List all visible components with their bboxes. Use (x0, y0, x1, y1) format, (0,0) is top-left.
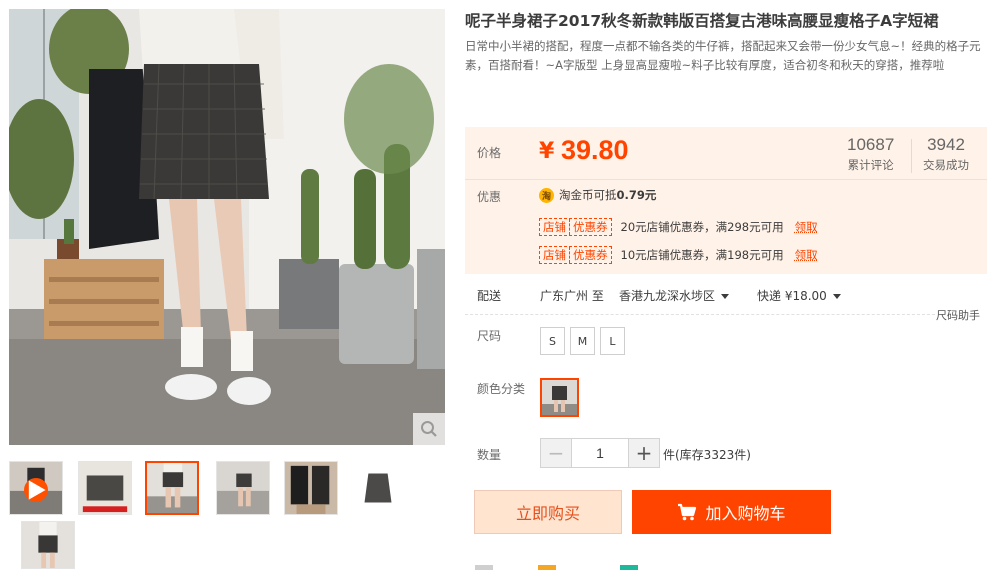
coupon-row: 店铺 优惠券 10元店铺优惠券，满198元可用 领取 (539, 246, 818, 264)
quantity-decrease-button[interactable]: − (540, 438, 572, 468)
main-photo-image (9, 9, 445, 445)
size-option-s[interactable]: S (540, 327, 565, 355)
caret-down-icon (721, 294, 730, 299)
quantity-label: 数量 (477, 448, 502, 462)
zoom-icon (421, 421, 437, 437)
taojinbi-row: 淘 淘金币可抵 0.79元 (539, 187, 656, 203)
add-to-cart-label: 加入购物车 (705, 504, 786, 523)
coupon-tag-right: 优惠券 (573, 220, 608, 234)
promo-label: 优惠 (477, 190, 502, 204)
sales-stat: 3942 交易成功 (923, 135, 969, 173)
coupon-get-link[interactable]: 领取 (795, 219, 818, 235)
stat-divider (911, 139, 912, 173)
zoom-button[interactable] (413, 413, 445, 445)
quantity-stepper: − + (540, 438, 660, 468)
price-divider (465, 179, 987, 180)
buy-now-button[interactable]: 立即购买 (474, 490, 622, 534)
price-panel: 价格 ¥ 39.80 10687 累计评论 3942 交易成功 优惠 淘 淘金币… (465, 127, 987, 274)
thumbnail-image[interactable] (21, 521, 75, 569)
product-info: 呢子半身裙子2017秋冬新款韩版百搭复古港味高腰显瘦格子A字短裙 日常中小半裙的… (465, 9, 987, 75)
shipping-destination-select[interactable]: 香港九龙深水埗区 (619, 287, 730, 304)
coupon-text: 20元店铺优惠券，满298元可用 (620, 220, 784, 234)
coupon-tag: 店铺 优惠券 (539, 218, 612, 236)
coupon-text: 10元店铺优惠券，满198元可用 (620, 248, 784, 262)
coupon-tag-left: 店铺 (543, 220, 566, 234)
cart-icon (678, 503, 697, 521)
thumbnail-image[interactable] (216, 461, 270, 515)
price-value: 39.80 (561, 135, 629, 165)
thumbnail-image[interactable] (284, 461, 338, 515)
size-option-l[interactable]: L (600, 327, 625, 355)
coin-amount: 0.79元 (616, 188, 657, 202)
play-icon (24, 478, 48, 502)
size-options: S M L (540, 327, 625, 355)
coupon-tag-right: 优惠券 (573, 248, 608, 262)
shipping-label: 配送 (477, 289, 502, 303)
sales-label: 交易成功 (923, 158, 969, 172)
coin-text: 淘金币可抵 (559, 188, 617, 202)
thumbnail-video[interactable] (9, 461, 63, 515)
color-option-swatch[interactable] (540, 378, 579, 417)
quantity-increase-button[interactable]: + (628, 438, 660, 468)
coupon-get-link[interactable]: 领取 (795, 247, 818, 263)
buy-now-label: 立即购买 (515, 504, 580, 523)
thumbnail-image-selected[interactable] (145, 461, 199, 515)
thumbnail-image[interactable] (351, 461, 405, 515)
coupon-tag: 店铺 优惠券 (539, 246, 612, 264)
thumbnail-image[interactable] (78, 461, 132, 515)
color-label: 颜色分类 (477, 382, 526, 396)
shipping-row: 配送 广东广州 至 香港九龙深水埗区 快递 ¥18.00 (465, 283, 987, 307)
reviews-count: 10687 (847, 135, 895, 154)
reviews-label: 累计评论 (847, 158, 894, 172)
add-to-cart-button[interactable]: 加入购物车 (632, 490, 831, 534)
coupon-tag-left: 店铺 (543, 248, 566, 262)
product-subtitle: 日常中小半裙的搭配，程度一点都不输各类的牛仔裤，搭配起来又会带一份少女气息~！经… (465, 39, 981, 72)
size-helper-link[interactable]: 尺码助手 (936, 307, 980, 323)
sales-count: 3942 (927, 135, 965, 154)
coin-icon: 淘 (539, 187, 554, 203)
shipping-destination: 香港九龙深水埗区 (619, 289, 716, 303)
quantity-input[interactable] (572, 438, 628, 468)
size-option-m[interactable]: M (570, 327, 595, 355)
price-label: 价格 (477, 146, 502, 160)
shipping-method: 快递 ¥18.00 (757, 289, 827, 303)
product-title: 呢子半身裙子2017秋冬新款韩版百搭复古港味高腰显瘦格子A字短裙 (465, 12, 939, 30)
stock-info: 件(库存3323件) (663, 448, 751, 462)
divider (465, 314, 935, 315)
caret-down-icon (832, 294, 841, 299)
coupon-row: 店铺 优惠券 20元店铺优惠券，满298元可用 领取 (539, 218, 818, 236)
main-product-photo[interactable] (9, 9, 445, 445)
shipping-method-select[interactable]: 快递 ¥18.00 (757, 287, 841, 304)
shipping-from: 广东广州 至 (540, 289, 604, 303)
bottom-cutoff-row (465, 563, 865, 570)
size-label: 尺码 (477, 329, 502, 343)
currency-symbol: ¥ (539, 139, 555, 164)
reviews-stat[interactable]: 10687 累计评论 (847, 135, 894, 173)
